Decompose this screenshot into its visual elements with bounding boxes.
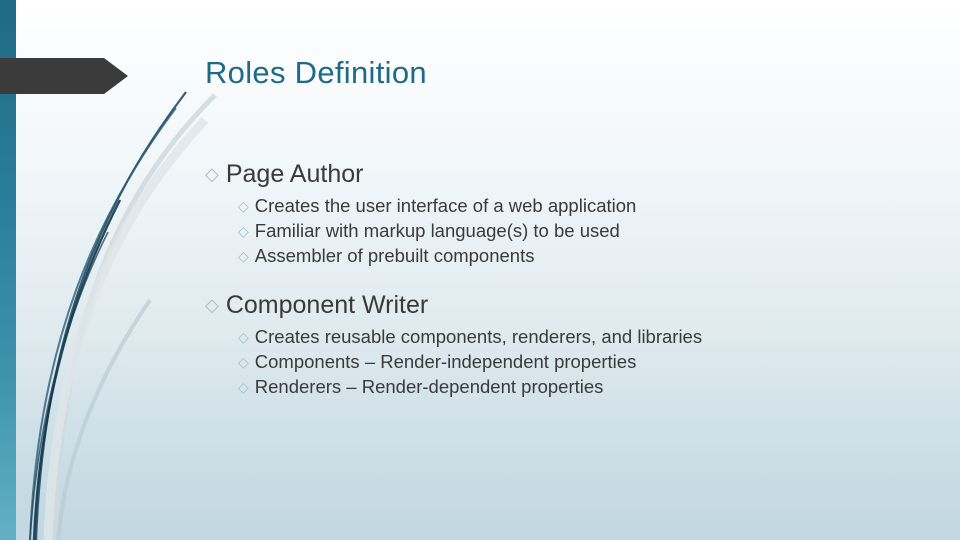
bullet-level2: ◇ Creates reusable components, renderers…: [238, 326, 925, 348]
diamond-bullet-icon: ◇: [238, 329, 249, 345]
bullet-level2-label: Familiar with markup language(s) to be u…: [254, 220, 620, 241]
diamond-bullet-icon: ◇: [205, 164, 219, 184]
diamond-bullet-icon: ◇: [238, 223, 249, 239]
slide: Roles Definition ◇ Page Author ◇ Creates…: [0, 0, 960, 540]
bullet-level2: ◇ Renderers – Render-dependent propertie…: [238, 376, 925, 398]
bullet-level2-list: ◇ Creates reusable components, renderers…: [205, 326, 925, 398]
slide-body: ◇ Page Author ◇ Creates the user interfa…: [205, 160, 925, 401]
bullet-level1: ◇ Page Author: [205, 160, 925, 189]
bullet-level1-label: Page Author: [225, 160, 364, 188]
bullet-level2: ◇ Creates the user interface of a web ap…: [238, 195, 925, 217]
bullet-level2-list: ◇ Creates the user interface of a web ap…: [205, 195, 925, 267]
bullet-level2-label: Components – Render-independent properti…: [254, 351, 637, 372]
bullet-group-1: ◇ Page Author ◇ Creates the user interfa…: [205, 160, 925, 267]
diamond-bullet-icon: ◇: [238, 198, 249, 214]
bullet-group-2: ◇ Component Writer ◇ Creates reusable co…: [205, 291, 925, 398]
bullet-level1: ◇ Component Writer: [205, 291, 925, 320]
diamond-bullet-icon: ◇: [238, 379, 249, 395]
bullet-level2-label: Creates the user interface of a web appl…: [254, 195, 637, 216]
bullet-level2-label: Assembler of prebuilt components: [254, 245, 535, 266]
diamond-bullet-icon: ◇: [238, 248, 249, 264]
bullet-level1-label: Component Writer: [225, 291, 429, 319]
bullet-level2-label: Renderers – Render-dependent properties: [254, 376, 604, 397]
page-title: Roles Definition: [205, 55, 427, 90]
bullet-level2: ◇ Familiar with markup language(s) to be…: [238, 220, 925, 242]
bullet-level2: ◇ Assembler of prebuilt components: [238, 245, 925, 267]
bullet-level2-label: Creates reusable components, renderers, …: [254, 326, 703, 347]
arrow-band-decoration: [0, 58, 128, 94]
diamond-bullet-icon: ◇: [238, 354, 249, 370]
bullet-level2: ◇ Components – Render-independent proper…: [238, 351, 925, 373]
diamond-bullet-icon: ◇: [205, 295, 219, 315]
